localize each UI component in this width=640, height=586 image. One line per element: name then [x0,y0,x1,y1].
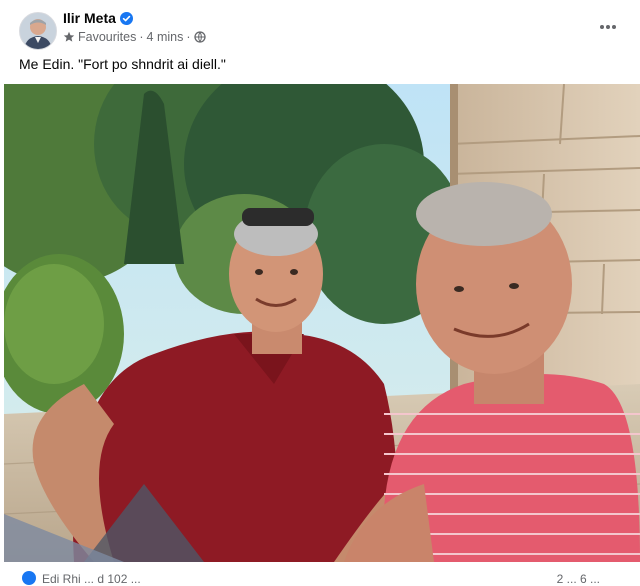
audience-label[interactable]: Favourites [78,30,136,44]
reactions-summary[interactable]: Edi Rhi ... d 102 ... [42,572,141,586]
post-photo[interactable] [4,84,640,562]
photo-illustration [4,84,640,562]
post-caption: Me Edin. "Fort po shndrit ai diell." [19,56,226,72]
author-avatar[interactable] [19,12,57,50]
post-time[interactable]: 4 mins [147,30,184,44]
more-options-icon [599,17,617,35]
globe-icon[interactable] [193,31,206,43]
comment-share-counts[interactable]: 2 ... 6 ... [557,572,600,586]
more-options-button[interactable] [596,14,620,38]
meta-separator: · [186,30,191,44]
like-reaction-icon [22,571,36,585]
verified-badge-icon [119,11,133,25]
post-header: Ilir Meta Favourites · 4 mins · [0,0,640,58]
meta-separator: · [139,30,144,44]
author-name[interactable]: Ilir Meta [63,10,116,26]
post-meta: Favourites · 4 mins · [63,30,206,44]
reactions-bar: Edi Rhi ... d 102 ... 2 ... 6 ... [0,562,640,586]
star-icon [63,31,75,43]
